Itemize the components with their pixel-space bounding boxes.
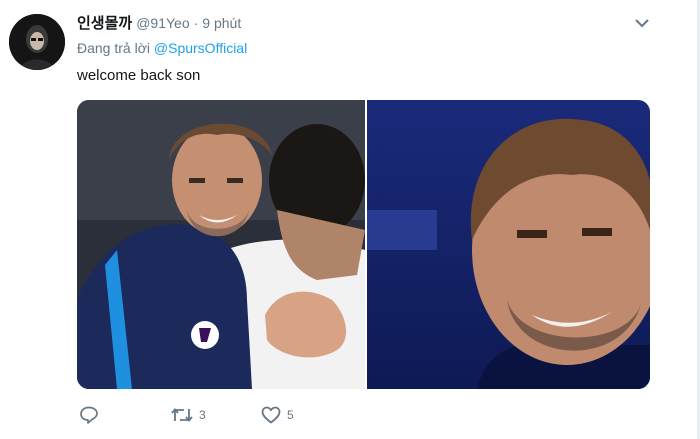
reply-button[interactable] — [79, 403, 105, 427]
replying-to: Đang trả lời @SpursOfficial — [77, 40, 247, 56]
media-grid — [77, 100, 650, 389]
avatar[interactable] — [9, 14, 65, 70]
chevron-down-icon — [635, 18, 649, 27]
tweet-text: welcome back son — [77, 67, 201, 84]
heart-icon — [261, 406, 281, 424]
author-name[interactable]: 인생몰까 — [77, 15, 132, 32]
photo-hug — [77, 100, 365, 389]
avatar-image — [9, 14, 65, 70]
reply-prefix: Đang trả lời — [77, 40, 150, 56]
like-count: 5 — [287, 408, 294, 422]
timestamp[interactable]: 9 phút — [202, 15, 241, 31]
reply-icon — [80, 406, 98, 424]
more-options-button[interactable] — [632, 15, 652, 31]
retweet-count: 3 — [199, 408, 206, 422]
reply-to-link[interactable]: @SpursOfficial — [154, 40, 247, 56]
retweet-icon — [171, 408, 193, 422]
tweet[interactable]: 인생몰까 @91Yeo · 9 phút Đang trả lời @SpursOff… — [0, 0, 700, 439]
retweet-button[interactable]: 3 — [171, 403, 206, 427]
tweet-header: 인생몰까 @91Yeo · 9 phút — [77, 12, 241, 34]
separator-dot: · — [193, 15, 199, 31]
photo-portrait — [367, 100, 650, 389]
author-handle[interactable]: @91Yeo — [136, 15, 189, 31]
photo-left[interactable] — [77, 100, 365, 389]
like-button[interactable]: 5 — [261, 403, 294, 427]
photo-right[interactable] — [367, 100, 650, 389]
